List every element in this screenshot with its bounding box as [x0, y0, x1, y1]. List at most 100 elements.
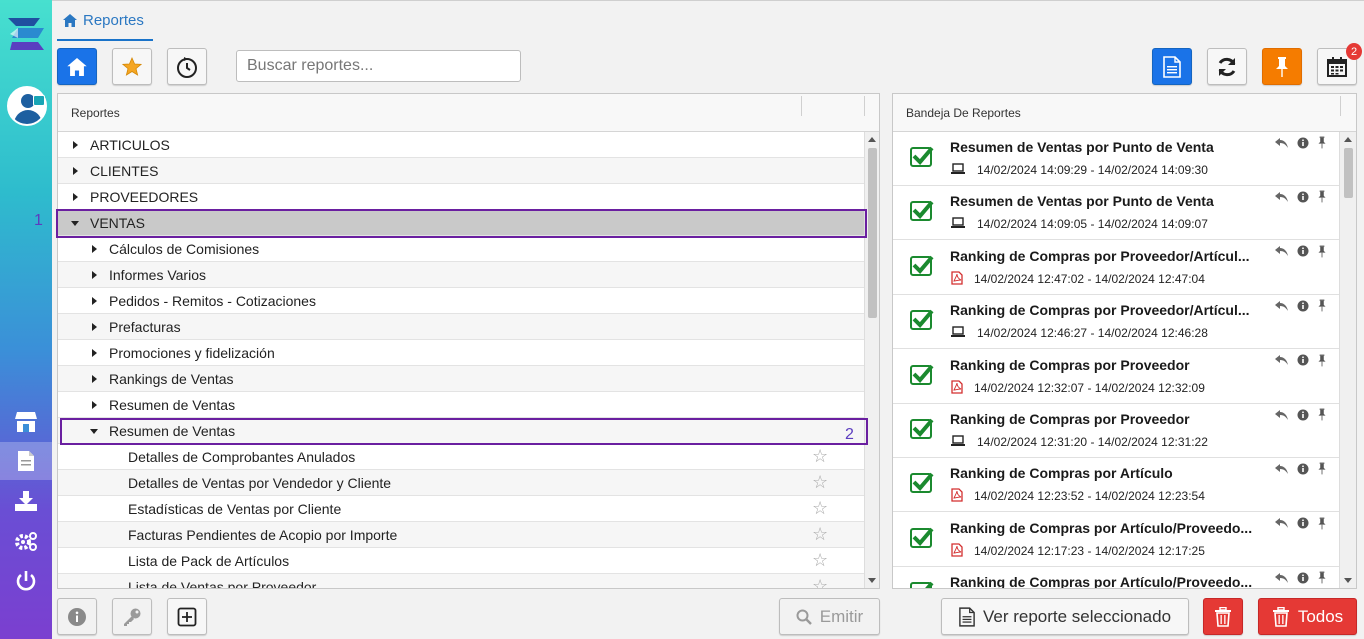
tree-item-pedidos-remitos[interactable]: Pedidos - Remitos - Cotizaciones — [58, 288, 864, 314]
tree-scrollbar[interactable] — [864, 132, 879, 588]
favorite-star-icon[interactable]: ☆ — [812, 473, 828, 491]
tray-scroll-thumb[interactable] — [1344, 148, 1353, 198]
info-button[interactable] — [57, 598, 97, 635]
pin-icon[interactable] — [1317, 136, 1327, 149]
tree-item-articulos[interactable]: ARTICULOS — [58, 132, 864, 158]
checkbox-checked-icon[interactable] — [910, 473, 934, 494]
view-selected-report-button[interactable]: Ver reporte seleccionado — [941, 598, 1189, 635]
delete-button[interactable] — [1203, 598, 1243, 635]
tray-item-actions — [1275, 136, 1327, 149]
pin-button[interactable] — [1262, 48, 1302, 85]
reply-icon[interactable] — [1275, 572, 1289, 584]
checkbox-checked-icon[interactable] — [910, 255, 934, 276]
tree-item-clientes[interactable]: CLIENTES — [58, 158, 864, 184]
info-icon[interactable] — [1297, 572, 1309, 584]
tree-item-resumen-ventas[interactable]: Resumen de Ventas — [58, 392, 864, 418]
tree-item-proveedores[interactable]: PROVEEDORES — [58, 184, 864, 210]
tray-item[interactable]: Ranking de Compras por Proveedor/Artícul… — [893, 295, 1340, 350]
info-icon[interactable] — [1297, 409, 1309, 421]
laptop-icon — [951, 325, 965, 343]
favorites-button[interactable] — [112, 48, 152, 85]
tray-item[interactable]: Resumen de Ventas por Punto de Venta 14/0… — [893, 132, 1340, 186]
tray-item[interactable]: Ranking de Compras por Proveedor 14/02/20… — [893, 404, 1340, 458]
tree-leaf-report[interactable]: Estadísticas de Ventas por Cliente ☆ — [58, 496, 864, 522]
tray-item[interactable]: Ranking de Compras por Artículo/Proveedo… — [893, 567, 1340, 588]
tray-item-actions — [1275, 462, 1327, 475]
app-logo — [8, 18, 44, 50]
add-button[interactable] — [167, 598, 207, 635]
tray-scrollbar[interactable] — [1339, 132, 1356, 588]
reports-tray-header: Bandeja De Reportes — [893, 94, 1356, 132]
tree-item-rankings-ventas[interactable]: Rankings de Ventas — [58, 366, 864, 392]
tray-item[interactable]: Resumen de Ventas por Punto de Venta 14/0… — [893, 186, 1340, 241]
refresh-button[interactable] — [1207, 48, 1247, 85]
tree-item-promociones[interactable]: Promociones y fidelización — [58, 340, 864, 366]
tree-leaf-report[interactable]: Detalles de Ventas por Vendedor y Client… — [58, 470, 864, 496]
tree-item-prefacturas[interactable]: Prefacturas — [58, 314, 864, 340]
delete-all-button[interactable]: Todos — [1258, 598, 1357, 635]
reports-tray-button[interactable] — [1152, 48, 1192, 85]
pin-icon[interactable] — [1317, 190, 1327, 203]
view-selected-report-label: Ver reporte seleccionado — [982, 606, 1172, 626]
pin-icon[interactable] — [1317, 517, 1327, 530]
user-avatar[interactable] — [7, 86, 47, 126]
home-button[interactable] — [57, 48, 97, 85]
checkbox-checked-icon[interactable] — [910, 581, 934, 588]
laptop-icon — [951, 216, 965, 234]
checkbox-checked-icon[interactable] — [910, 201, 934, 222]
key-button[interactable] — [112, 598, 152, 635]
checkbox-checked-icon[interactable] — [910, 309, 934, 331]
tree-scroll-thumb[interactable] — [868, 148, 877, 318]
favorite-star-icon[interactable]: ☆ — [812, 551, 828, 569]
checkbox-checked-icon[interactable] — [910, 364, 934, 385]
pin-icon[interactable] — [1317, 462, 1327, 475]
pin-icon[interactable] — [1317, 408, 1327, 421]
tab-reportes[interactable]: Reportes — [57, 1, 153, 41]
pin-icon[interactable] — [1317, 245, 1327, 258]
tree-leaf-report[interactable]: Detalles de Comprobantes Anulados ☆ — [58, 444, 864, 470]
checkbox-checked-icon[interactable] — [910, 527, 934, 548]
tree-leaf-report[interactable]: Facturas Pendientes de Acopio por Import… — [58, 522, 864, 548]
info-icon[interactable] — [1297, 463, 1309, 475]
tree-item-calculos-comisiones[interactable]: Cálculos de Comisiones — [58, 236, 864, 262]
pin-icon[interactable] — [1317, 354, 1327, 367]
favorite-star-icon[interactable]: ☆ — [812, 577, 828, 588]
history-button[interactable] — [167, 48, 207, 85]
reply-icon[interactable] — [1275, 517, 1289, 529]
reply-icon[interactable] — [1275, 245, 1289, 257]
reply-icon[interactable] — [1275, 354, 1289, 366]
favorite-star-icon[interactable]: ☆ — [812, 525, 828, 543]
tray-item[interactable]: Ranking de Compras por Proveedor 14/02/20… — [893, 349, 1340, 404]
store-icon[interactable] — [0, 403, 52, 441]
tray-item-date: 14/02/2024 12:17:23 - 14/02/2024 12:17:2… — [974, 543, 1205, 558]
tray-item[interactable]: Ranking de Compras por Artículo 14/02/202… — [893, 458, 1340, 513]
reports-icon[interactable] — [0, 442, 52, 480]
reply-icon[interactable] — [1275, 463, 1289, 475]
info-icon[interactable] — [1297, 354, 1309, 366]
reply-icon[interactable] — [1275, 409, 1289, 421]
power-icon[interactable] — [0, 562, 52, 600]
tray-item[interactable]: Ranking de Compras por Artículo/Proveedo… — [893, 512, 1340, 567]
info-icon[interactable] — [1297, 137, 1309, 149]
tree-leaf-report[interactable]: Lista de Pack de Artículos ☆ — [58, 548, 864, 574]
pin-icon[interactable] — [1317, 571, 1327, 584]
reply-icon[interactable] — [1275, 137, 1289, 149]
info-icon[interactable] — [1297, 300, 1309, 312]
info-icon[interactable] — [1297, 517, 1309, 529]
info-icon[interactable] — [1297, 191, 1309, 203]
checkbox-checked-icon[interactable] — [910, 146, 934, 167]
checkbox-checked-icon[interactable] — [910, 418, 934, 439]
tree-item-informes-varios[interactable]: Informes Varios — [58, 262, 864, 288]
settings-icon[interactable] — [0, 522, 52, 560]
pin-icon[interactable] — [1317, 299, 1327, 312]
favorite-star-icon[interactable]: ☆ — [812, 447, 828, 465]
reply-icon[interactable] — [1275, 191, 1289, 203]
reply-icon[interactable] — [1275, 300, 1289, 312]
search-input[interactable] — [236, 50, 521, 82]
favorite-star-icon[interactable]: ☆ — [812, 499, 828, 517]
tree-leaf-report[interactable]: Lista de Ventas por Proveedor ☆ — [58, 574, 864, 588]
tray-item[interactable]: Ranking de Compras por Proveedor/Artícul… — [893, 240, 1340, 295]
download-icon[interactable] — [0, 482, 52, 520]
emit-button[interactable]: Emitir — [779, 598, 880, 635]
info-icon[interactable] — [1297, 245, 1309, 257]
